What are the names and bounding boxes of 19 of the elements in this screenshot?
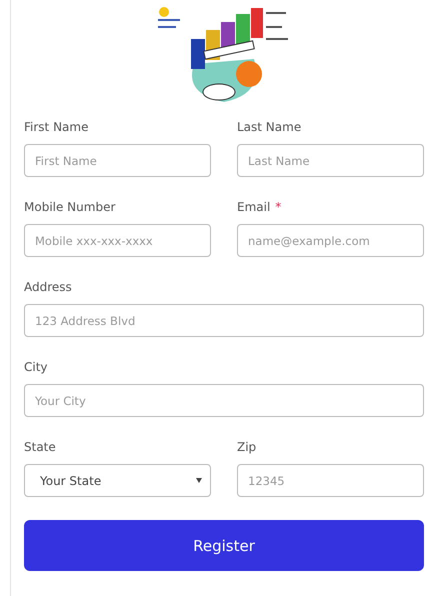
state-dropdown[interactable]: Your State bbox=[24, 464, 211, 497]
field-label: Email bbox=[237, 200, 270, 214]
required-asterisk: * bbox=[275, 200, 282, 214]
input-field[interactable]: Your City bbox=[24, 384, 424, 417]
field-label: Address bbox=[24, 280, 72, 294]
field-label: Last Name bbox=[237, 120, 302, 134]
field-label: Zip bbox=[237, 440, 256, 454]
caret-icon bbox=[196, 478, 202, 483]
field-label: First Name bbox=[24, 120, 88, 134]
input-field[interactable]: 12345 bbox=[237, 464, 424, 497]
input-field[interactable]: name@example.com bbox=[237, 224, 424, 257]
field-label: State bbox=[24, 440, 56, 454]
field-label: Mobile Number bbox=[24, 200, 116, 214]
input-field[interactable]: Last Name bbox=[237, 144, 424, 177]
input-field[interactable]: 123 Address Blvd bbox=[24, 304, 424, 337]
register-button[interactable]: Register bbox=[24, 520, 424, 571]
field-label: City bbox=[24, 360, 48, 374]
input-field[interactable]: Mobile xxx-xxx-xxxx bbox=[24, 224, 211, 257]
input-field[interactable]: First Name bbox=[24, 144, 211, 177]
